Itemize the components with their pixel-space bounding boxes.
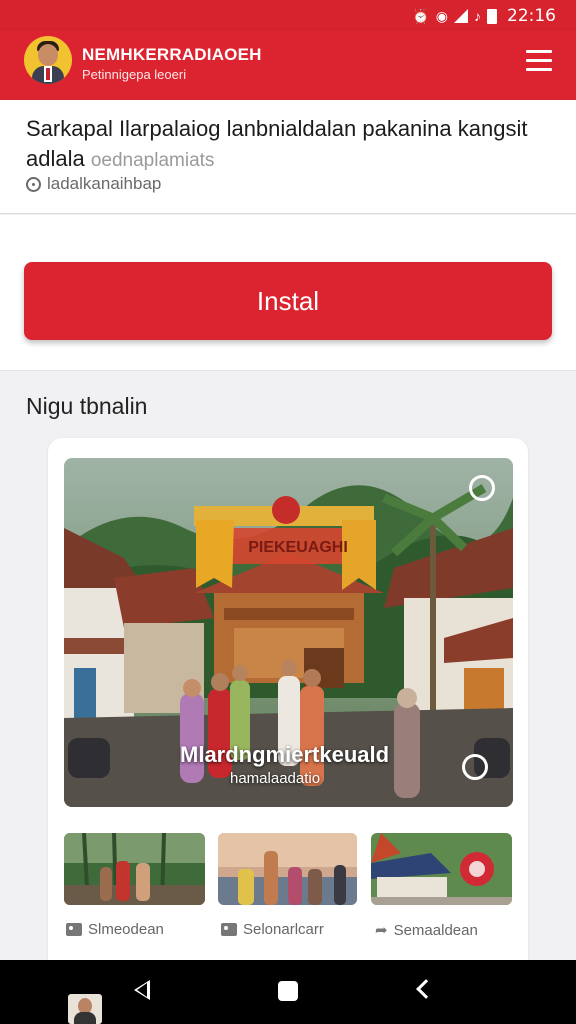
thumbnail-3-label[interactable]: ➦ Semaaldean xyxy=(375,921,478,940)
status-icons: ⏰ ◉ ♪ 22:16 xyxy=(412,6,556,26)
featured-subcaption: hamalaadatio xyxy=(230,770,321,787)
wifi-icon: ◉ xyxy=(435,7,448,24)
avatar[interactable] xyxy=(24,36,72,84)
thumbnail-1[interactable] xyxy=(64,833,205,905)
gallery-heading: Nigu tbnalin xyxy=(26,393,148,419)
select-circle-icon[interactable] xyxy=(469,475,495,501)
home-icon[interactable] xyxy=(278,981,298,1001)
note-icon: ♪ xyxy=(474,8,481,24)
thumbnail-2-label[interactable]: Selonarlcarr xyxy=(221,921,324,938)
clock-icon xyxy=(26,176,41,192)
article-info: Sarkapal Ilarpalaiog lanbnialdalan pakan… xyxy=(0,100,576,214)
article-meta-text: ladalkanaihbap xyxy=(47,174,162,193)
tag-icon xyxy=(66,923,82,936)
tag-icon xyxy=(221,923,237,936)
signal-icon xyxy=(454,9,468,23)
banner-text: PIEKEUAGHI xyxy=(248,539,348,556)
alarm-icon: ⏰ xyxy=(412,7,430,24)
status-time: 22:16 xyxy=(507,6,556,26)
share-arrow-icon: ➦ xyxy=(375,922,388,939)
featured-caption: Mlardngmiertkeuald xyxy=(180,742,390,767)
app-subtitle: Petinnigepa leoeri xyxy=(82,67,187,82)
thumbnail-1-label-text: Slmeodean xyxy=(88,921,164,938)
floating-avatar-thumbnail[interactable] xyxy=(68,994,102,1024)
thumbnail-2[interactable] xyxy=(218,833,357,905)
app-title: NEMHKERRADIAOEH xyxy=(82,45,262,64)
status-bar: ⏰ ◉ ♪ 22:16 xyxy=(0,0,576,30)
article-title-dim: oednaplamiats xyxy=(90,150,215,171)
battery-icon xyxy=(487,8,497,24)
refresh-icon[interactable] xyxy=(462,754,488,780)
article-meta: ladalkanaihbap xyxy=(26,174,161,194)
back-icon[interactable] xyxy=(134,980,150,1000)
thumbnail-1-label[interactable]: Slmeodean xyxy=(66,921,164,938)
install-section: Instal xyxy=(0,215,576,371)
menu-icon[interactable] xyxy=(524,50,554,74)
recents-icon[interactable] xyxy=(416,979,436,999)
thumbnail-3-label-text: Semaaldean xyxy=(393,921,478,939)
app-header: NEMHKERRADIAOEH Petinnigepa leoeri xyxy=(0,30,576,100)
install-button[interactable]: Instal xyxy=(24,262,552,340)
thumbnail-2-label-text: Selonarlcarr xyxy=(243,921,324,938)
thumbnail-3[interactable] xyxy=(371,833,512,905)
article-title: Sarkapal Ilarpalaiog lanbnialdalan pakan… xyxy=(26,114,556,176)
